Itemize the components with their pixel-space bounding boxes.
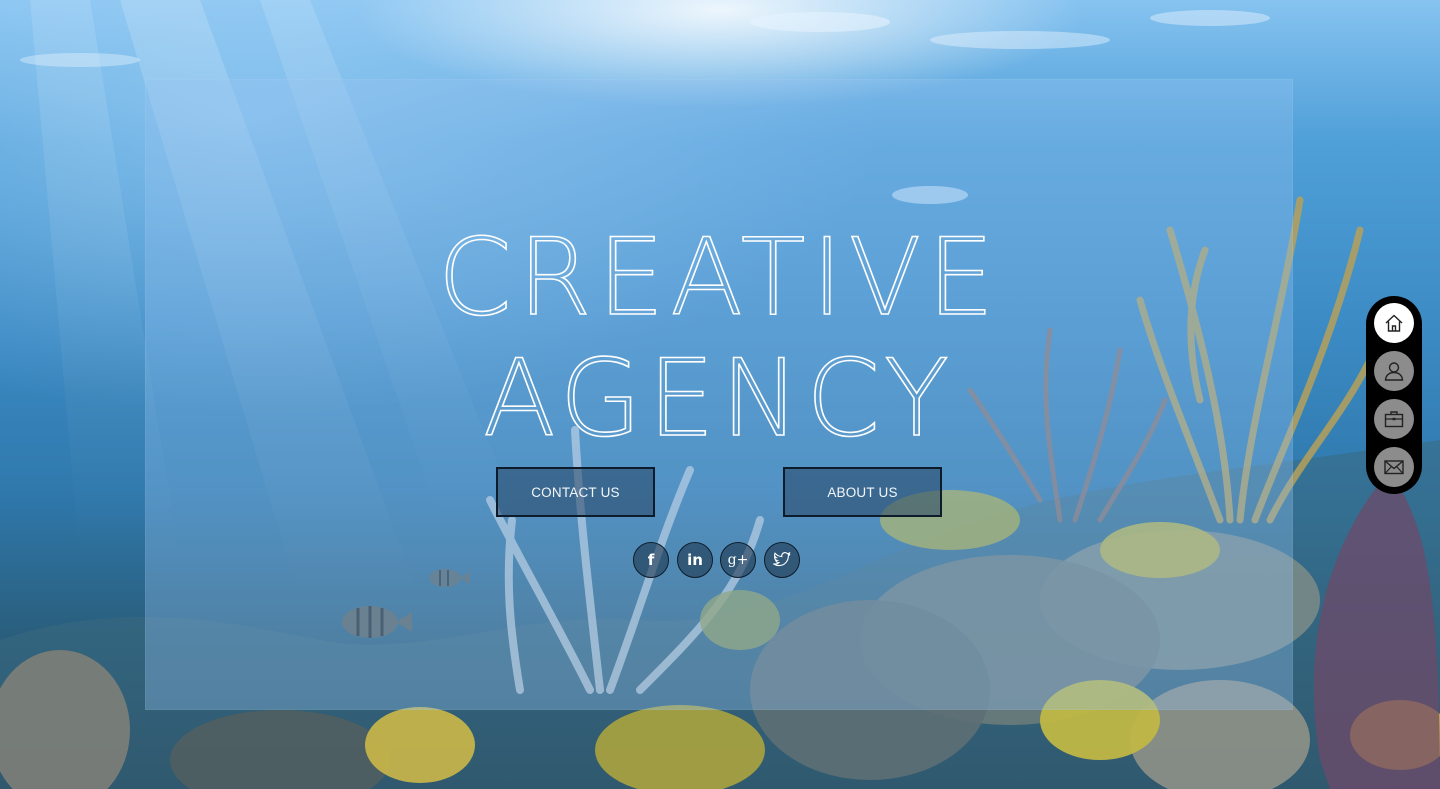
user-icon xyxy=(1384,362,1404,381)
home-icon xyxy=(1385,314,1403,332)
nav-contact-button[interactable] xyxy=(1374,447,1414,487)
nav-portfolio-button[interactable] xyxy=(1374,399,1414,439)
google-plus-icon: g+ xyxy=(727,552,749,568)
contact-us-button[interactable]: CONTACT US xyxy=(496,467,655,517)
linkedin-link[interactable]: in xyxy=(677,542,713,578)
facebook-link[interactable]: f xyxy=(633,542,669,578)
twitter-link[interactable] xyxy=(764,542,800,578)
hero-title-line2: AGENCY xyxy=(482,337,955,460)
nav-about-button[interactable] xyxy=(1374,351,1414,391)
side-navigation xyxy=(1366,296,1422,494)
about-us-button[interactable]: ABOUT US xyxy=(783,467,942,517)
linkedin-icon: in xyxy=(687,550,703,569)
twitter-icon xyxy=(773,552,791,567)
google-plus-link[interactable]: g+ xyxy=(720,542,756,578)
briefcase-icon xyxy=(1384,411,1404,428)
nav-home-button[interactable] xyxy=(1374,303,1414,343)
hero-title-line1: CREATIVE xyxy=(437,216,1001,339)
envelope-icon xyxy=(1384,460,1404,475)
facebook-icon: f xyxy=(647,550,655,569)
